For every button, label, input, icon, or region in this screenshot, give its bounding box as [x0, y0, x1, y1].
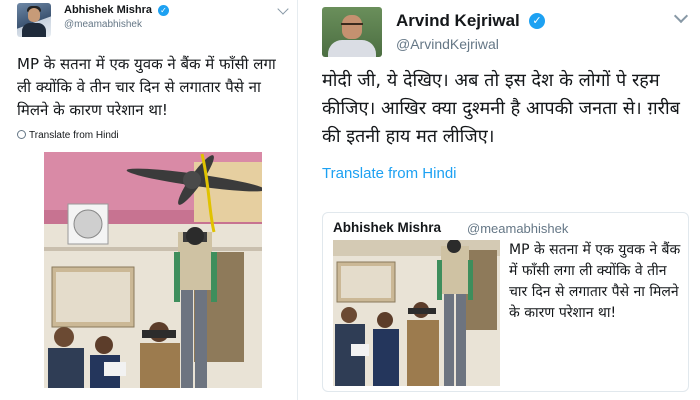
translate-label: Translate from Hindi [29, 130, 119, 141]
chevron-down-icon[interactable] [277, 3, 289, 15]
author-name[interactable]: Arvind Kejriwal [396, 11, 520, 31]
author-avatar[interactable] [322, 7, 382, 57]
tweet-photo[interactable] [44, 152, 262, 388]
verified-badge-icon: ✓ [158, 5, 169, 16]
verified-badge-icon: ✓ [529, 13, 545, 29]
quoted-author-name: Abhishek Mishra [333, 220, 442, 235]
globe-icon [17, 130, 26, 139]
author-avatar[interactable] [17, 3, 51, 37]
left-tweet: Abhishek Mishra ✓ @meamabhishek MP के सत… [0, 0, 298, 400]
quoted-tweet-text: MP के सतना में एक युवक ने बैंक में फाँसी… [509, 242, 681, 321]
author-handle[interactable]: @meamabhishek [64, 19, 142, 30]
translate-link[interactable]: Translate from Hindi [322, 165, 457, 182]
right-tweet: Arvind Kejriwal ✓ @ArvindKejriwal मोदी ज… [302, 0, 700, 400]
bank-scene-image [44, 152, 262, 388]
author-handle[interactable]: @ArvindKejriwal [396, 36, 499, 52]
quoted-author-handle: @meamabhishek [467, 221, 569, 236]
tweet-text: MP के सतना में एक युवक ने बैंक में फाँसी… [17, 55, 276, 119]
translate-link[interactable]: Translate from Hindi [17, 130, 119, 141]
tweet-text: मोदी जी, ये देखिए। अब तो इस देश के लोगों… [322, 70, 680, 147]
chevron-down-icon[interactable] [673, 8, 689, 24]
quoted-tweet-card[interactable]: Abhishek Mishra @meamabhishek MP के सतना… [322, 212, 689, 392]
bank-scene-image [333, 240, 500, 386]
author-name[interactable]: Abhishek Mishra [64, 4, 152, 16]
quoted-tweet-photo[interactable] [333, 240, 500, 386]
